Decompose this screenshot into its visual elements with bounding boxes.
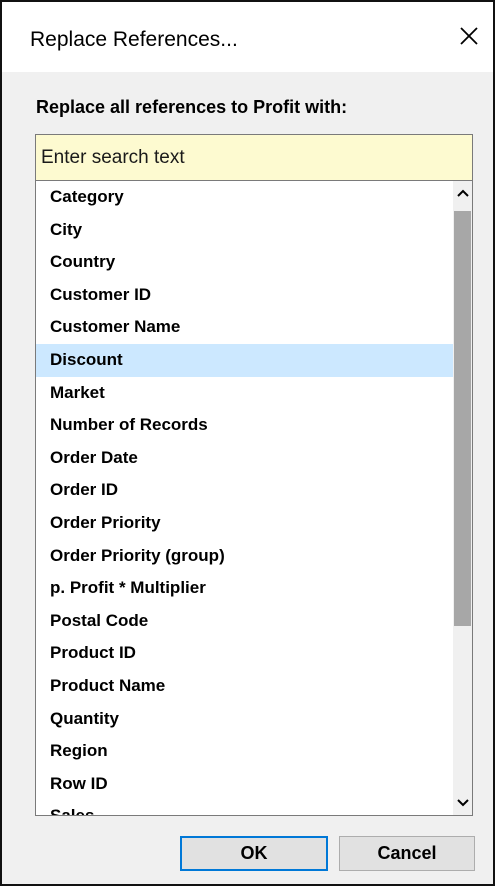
list-item[interactable]: Country <box>36 246 454 279</box>
dialog-title: Replace References... <box>30 28 238 51</box>
field-list: Category City Country Customer ID Customer N… <box>35 180 473 816</box>
list-item[interactable]: Number of Records <box>36 409 454 442</box>
replace-references-dialog: Replace References... Replace all refere… <box>0 0 495 886</box>
list-item[interactable]: Sales <box>36 800 454 815</box>
ok-button[interactable]: OK <box>180 836 328 871</box>
list-item[interactable]: City <box>36 214 454 247</box>
list-item[interactable]: Order ID <box>36 474 454 507</box>
list-item[interactable]: p. Profit * Multiplier <box>36 572 454 605</box>
replace-prompt-label: Replace all references to Profit with: <box>36 97 348 117</box>
chevron-up-icon <box>456 189 469 197</box>
scroll-up-button[interactable] <box>453 183 472 203</box>
scroll-down-button[interactable] <box>453 793 472 813</box>
list-item[interactable]: Order Priority <box>36 507 454 540</box>
list-item[interactable]: Region <box>36 735 454 768</box>
list-item-selected[interactable]: Discount <box>36 343 454 377</box>
list-item[interactable]: Row ID <box>36 768 454 801</box>
close-button[interactable] <box>449 16 489 56</box>
list-item[interactable]: Order Priority (group) <box>36 540 454 573</box>
list-item[interactable]: Order Date <box>36 442 454 475</box>
search-input[interactable] <box>36 135 472 180</box>
list-item[interactable]: Customer Name <box>36 311 454 344</box>
scrollbar-thumb[interactable] <box>454 211 471 626</box>
field-list-rows: Category City Country Customer ID Customer N… <box>36 181 454 815</box>
list-item[interactable]: Category <box>36 181 454 214</box>
close-icon <box>460 27 478 45</box>
list-item[interactable]: Quantity <box>36 703 454 736</box>
list-item[interactable]: Customer ID <box>36 279 454 312</box>
chevron-down-icon <box>456 799 469 807</box>
list-item[interactable]: Postal Code <box>36 605 454 638</box>
search-field <box>35 134 473 180</box>
list-item[interactable]: Market <box>36 377 454 410</box>
list-item[interactable]: Product Name <box>36 670 454 703</box>
title-bar: Replace References... <box>2 2 493 72</box>
cancel-button[interactable]: Cancel <box>339 836 475 871</box>
list-item[interactable]: Product ID <box>36 637 454 670</box>
list-scrollbar[interactable] <box>453 181 472 815</box>
